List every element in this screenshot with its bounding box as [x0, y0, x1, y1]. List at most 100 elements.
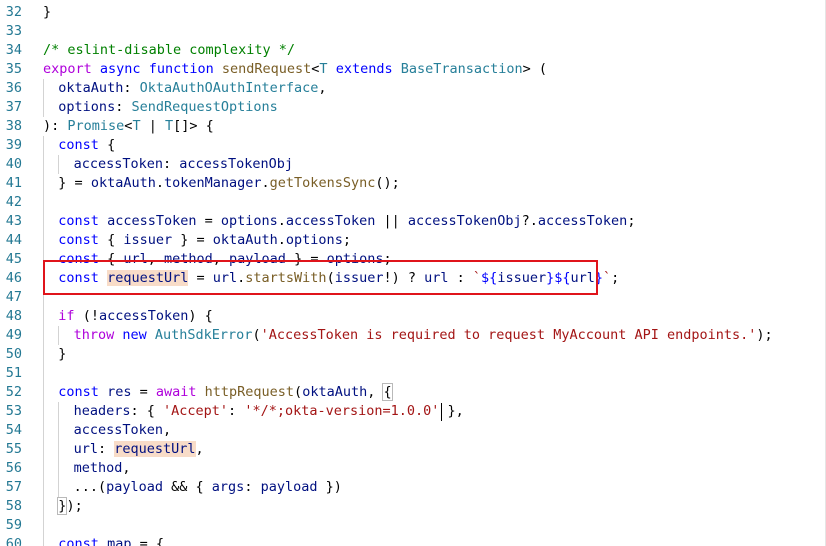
code-line[interactable]: 51	[0, 364, 826, 383]
code-token: OktaAuthOAuthInterface	[139, 80, 319, 96]
code-token: ...(	[73, 479, 107, 495]
code-token: const	[58, 251, 99, 267]
code-token: url	[73, 441, 98, 457]
indent-guide	[43, 269, 44, 288]
code-line[interactable]: 36 oktaAuth: OktaAuthOAuthInterface,	[0, 79, 826, 98]
code-token: httpRequest	[204, 384, 295, 400]
line-number: 50	[5, 346, 22, 362]
code-token: accessTokenObj	[407, 213, 522, 229]
code-token: res	[107, 384, 132, 400]
line-number: 46	[5, 270, 22, 286]
code-token: await	[155, 384, 197, 400]
code-line[interactable]: 45 const { url, method, payload } = optio…	[0, 250, 826, 269]
code-line[interactable]: 56 method,	[0, 459, 826, 478]
code-line[interactable]: 40 accessToken: accessTokenObj	[0, 155, 826, 174]
code-line[interactable]: 55 url: requestUrl,	[0, 440, 826, 459]
code-line[interactable]: 33	[0, 22, 826, 41]
code-line[interactable]: 34 /* eslint-disable complexity */	[0, 41, 826, 60]
code-text: ): Promise<T | T[]> {	[43, 117, 214, 136]
code-token: options	[285, 232, 343, 248]
code-line[interactable]: 44 const { issuer } = oktaAuth.options;	[0, 231, 826, 250]
code-line[interactable]: 52 const res = await httpRequest(oktaAuth…	[0, 383, 826, 402]
code-token: (	[252, 327, 261, 343]
code-token: }	[594, 270, 604, 286]
code-line[interactable]: 42	[0, 193, 826, 212]
code-line[interactable]: 35 export async function sendRequest<T ex…	[0, 60, 826, 79]
code-token: accessTokenObj	[179, 156, 294, 172]
code-line[interactable]: 58});	[0, 497, 826, 516]
line-number: 44	[5, 232, 22, 248]
code-token: ):	[43, 118, 68, 134]
code-token: !) ?	[383, 270, 425, 286]
code-line[interactable]: 59	[0, 516, 826, 535]
code-line[interactable]: 60 const map = {	[0, 535, 826, 546]
code-token: :	[448, 270, 473, 286]
code-token: && {	[163, 479, 212, 495]
code-token: args	[211, 479, 245, 495]
code-token: {	[382, 383, 393, 401]
indent-guide	[43, 497, 44, 516]
indent-guide	[43, 174, 44, 193]
indent-guide	[43, 288, 44, 307]
code-token: (	[326, 270, 335, 286]
code-editor[interactable]: 32} 33 34/* eslint-disable complexity */35…	[0, 0, 826, 546]
indent-guide	[43, 307, 44, 326]
code-token: }${	[546, 270, 571, 286]
code-token: ;	[383, 251, 392, 267]
code-line[interactable]: 41} = oktaAuth.tokenManager.getTokensSyn…	[0, 174, 826, 193]
code-token: accessToken	[73, 156, 163, 172]
code-line[interactable]: 39 const {	[0, 136, 826, 155]
code-token: })	[317, 479, 342, 495]
code-token: accessToken	[285, 213, 376, 229]
code-token: tokenManager	[163, 175, 262, 191]
code-token: :	[97, 441, 115, 457]
indent-guide	[43, 155, 44, 174]
code-line[interactable]: 53 headers: { 'Accept': '*/*;okta-version…	[0, 402, 826, 421]
code-token: .	[261, 175, 270, 191]
indent-guide	[43, 516, 44, 535]
code-token: function	[148, 61, 214, 77]
code-token: url	[212, 270, 238, 286]
code-token: issuer	[334, 270, 384, 286]
code-text: const map = {	[58, 535, 164, 546]
code-line[interactable]: 50}	[0, 345, 826, 364]
line-number: 55	[5, 441, 22, 457]
code-line[interactable]: 32}	[0, 3, 826, 22]
code-line[interactable]: 48 if (!accessToken) {	[0, 307, 826, 326]
indent-guide	[43, 79, 44, 98]
code-token: if	[58, 308, 75, 324]
indent-guide	[58, 459, 60, 478]
code-line[interactable]: 57 ...(payload && { args: payload })	[0, 478, 826, 497]
code-token: ,	[318, 80, 327, 96]
code-token: > (	[522, 61, 548, 77]
code-line[interactable]: 37 options: SendRequestOptions	[0, 98, 826, 117]
line-number: 57	[5, 479, 22, 495]
code-text: if (!accessToken) {	[58, 307, 212, 326]
indent-guide	[58, 478, 60, 497]
code-token: url	[123, 251, 148, 267]
code-text: ...(payload && { args: payload })	[74, 478, 342, 497]
code-token: (!	[74, 308, 99, 324]
code-line[interactable]: 43 const accessToken = options.accessToke…	[0, 212, 826, 231]
code-token: ,	[147, 251, 164, 267]
code-line[interactable]: 47	[0, 288, 826, 307]
code-token: :	[163, 156, 180, 172]
code-line[interactable]: 38): Promise<T | T[]> {	[0, 117, 826, 136]
code-token: ,	[195, 441, 204, 457]
code-line[interactable]: 49 throw new AuthSdkError('AccessToken is…	[0, 326, 826, 345]
code-line[interactable]: 46 const requestUrl = url.startsWith(issu…	[0, 269, 826, 288]
code-token: );	[66, 498, 83, 514]
code-line[interactable]: 54 accessToken,	[0, 421, 826, 440]
line-number: 52	[5, 384, 22, 400]
code-token: oktaAuth	[212, 232, 278, 248]
code-token: =	[196, 213, 221, 229]
code-token: const	[58, 232, 99, 248]
code-token: BaseTransaction	[400, 61, 523, 77]
code-text: }	[58, 345, 66, 364]
code-token: oktaAuth	[302, 384, 368, 400]
